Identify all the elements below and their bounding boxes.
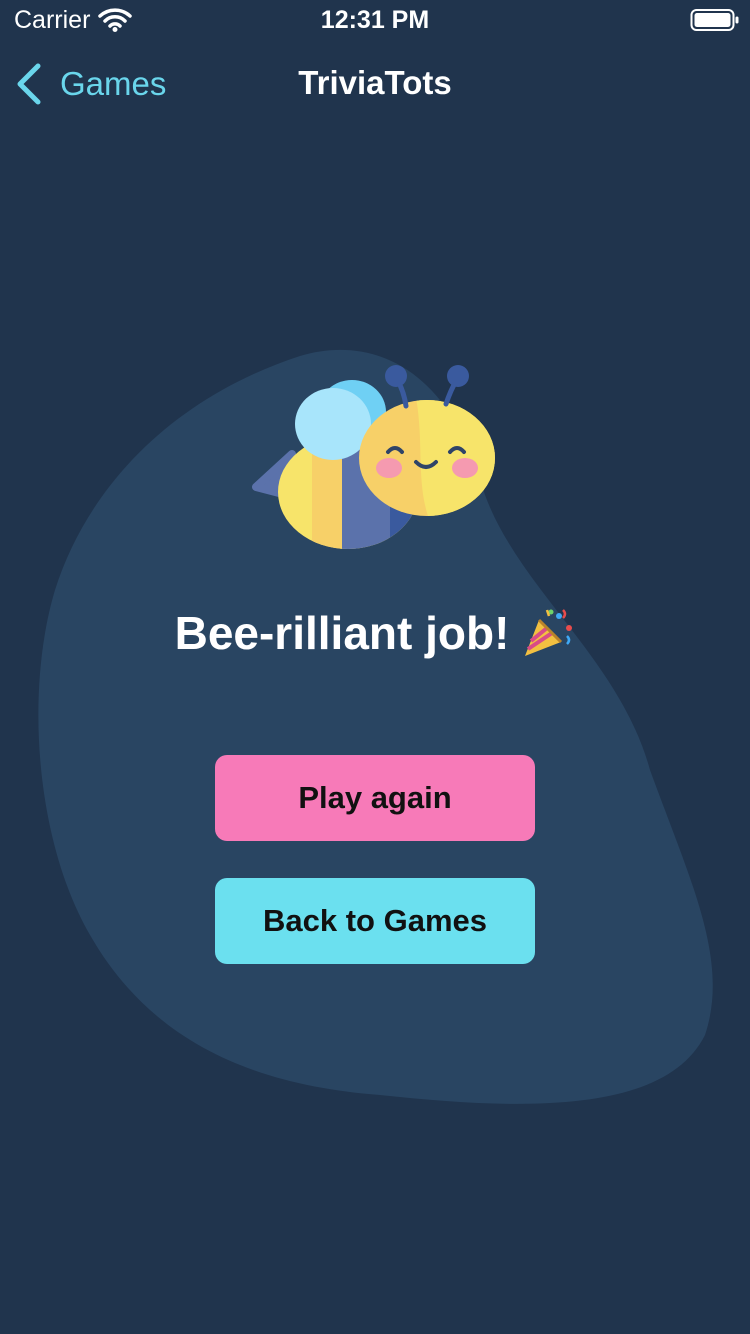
navigation-bar: Games TriviaTots (0, 52, 750, 116)
battery-icon (690, 9, 739, 31)
bee-icon (252, 365, 495, 549)
status-bar: Carrier 12:31 PM (0, 0, 750, 40)
result-message-text: Bee-rilliant job! (174, 607, 510, 659)
result-message: Bee-rilliant job! (0, 606, 750, 660)
back-to-games-button[interactable]: Back to Games (215, 878, 535, 964)
party-popper-icon (525, 609, 573, 656)
play-again-button[interactable]: Play again (215, 755, 535, 841)
background-blob (38, 349, 713, 1104)
status-time: 12:31 PM (320, 6, 430, 34)
page-title: TriviaTots (298, 64, 452, 101)
